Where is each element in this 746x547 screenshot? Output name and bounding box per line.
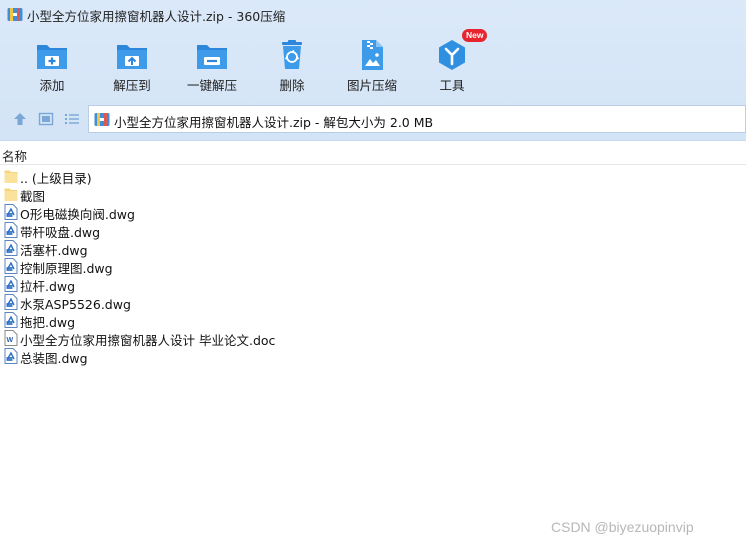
list-item[interactable]: 拉杆.dwg [0,275,746,294]
list-item[interactable]: W 小型全方位家用擦窗机器人设计 毕业论文.doc [0,329,746,348]
dwg-file-icon [4,276,18,292]
svg-text:W: W [7,337,14,344]
extract-to-label: 解压到 [113,78,151,93]
one-click-extract-label: 一键解压 [186,78,237,93]
tools-cube-icon [439,40,465,70]
add-folder-icon [37,45,67,69]
column-name-header[interactable]: 名称 [2,146,27,165]
one-click-extract-button[interactable]: 一键解压 [170,34,254,96]
dwg-file-icon [4,348,18,364]
new-badge: New [462,29,488,42]
image-compress-label: 图片压缩 [346,78,397,93]
list-view-icon[interactable] [64,111,80,127]
extract-folder-icon [117,45,147,69]
list-item[interactable]: O形电磁换向阀.dwg [0,203,746,222]
tools-label: 工具 [439,78,465,93]
address-text: 小型全方位家用擦窗机器人设计.zip - 解包大小为 2.0 MB [114,115,434,130]
file-rows: .. (上级目录) 截图 O形电磁换向阀.dwg 带杆吸盘.dwg 活塞杆.dwg 控制原… [0,167,746,366]
dwg-file-icon [4,204,18,220]
delete-button[interactable]: 删除 [250,34,334,96]
dwg-file-icon [4,294,18,310]
list-item[interactable]: 控制原理图.dwg [0,257,746,276]
one-click-extract-icon [197,45,227,69]
top-chrome: 小型全方位家用擦窗机器人设计.zip - 360压缩 添加 解压到 一键解压 删… [0,0,746,141]
zip-archive-icon [94,113,110,126]
list-item[interactable]: 总装图.dwg [0,347,746,366]
up-arrow-icon[interactable] [12,111,28,127]
column-header: 名称 [0,141,746,165]
file-name: 总装图.dwg [20,351,88,366]
image-compress-button[interactable]: 图片压缩 [330,34,414,96]
zip-archive-icon [7,8,23,21]
folder-icon [4,170,18,183]
watermark: CSDN @biyezuopinvip [551,519,694,535]
dwg-file-icon [4,240,18,256]
list-item[interactable]: 活塞杆.dwg [0,239,746,258]
thumbnail-view-icon[interactable] [38,111,54,127]
toolbar: 添加 解压到 一键解压 删除 图片压缩 New 工具 [0,29,746,96]
extract-to-button[interactable]: 解压到 [90,34,174,96]
add-label: 添加 [39,78,65,93]
image-compress-icon [362,40,383,70]
dwg-file-icon [4,222,18,238]
list-item[interactable]: .. (上级目录) [0,167,746,186]
folder-icon [4,188,18,201]
archive-window: 小型全方位家用擦窗机器人设计.zip - 360压缩 添加 解压到 一键解压 删… [0,0,746,547]
list-item[interactable]: 截图 [0,185,746,204]
file-list: 名称 .. (上级目录) 截图 O形电磁换向阀.dwg 带杆吸盘.dwg 活塞杆.dwg… [0,141,746,547]
add-button[interactable]: 添加 [10,34,94,96]
navigation-row: 小型全方位家用擦窗机器人设计.zip - 解包大小为 2.0 MB [0,104,746,134]
list-item[interactable]: 水泵ASP5526.dwg [0,293,746,312]
window-title: 小型全方位家用擦窗机器人设计.zip - 360压缩 [27,9,286,24]
list-item[interactable]: 带杆吸盘.dwg [0,221,746,240]
word-document-icon: W [4,330,18,346]
tools-button[interactable]: New 工具 [410,29,494,96]
delete-label: 删除 [279,78,305,93]
list-item[interactable]: 拖把.dwg [0,311,746,330]
dwg-file-icon [4,258,18,274]
address-bar[interactable]: 小型全方位家用擦窗机器人设计.zip - 解包大小为 2.0 MB [88,105,746,133]
recycle-bin-icon [282,40,302,69]
title-bar: 小型全方位家用擦窗机器人设计.zip - 360压缩 [0,0,746,30]
dwg-file-icon [4,312,18,328]
